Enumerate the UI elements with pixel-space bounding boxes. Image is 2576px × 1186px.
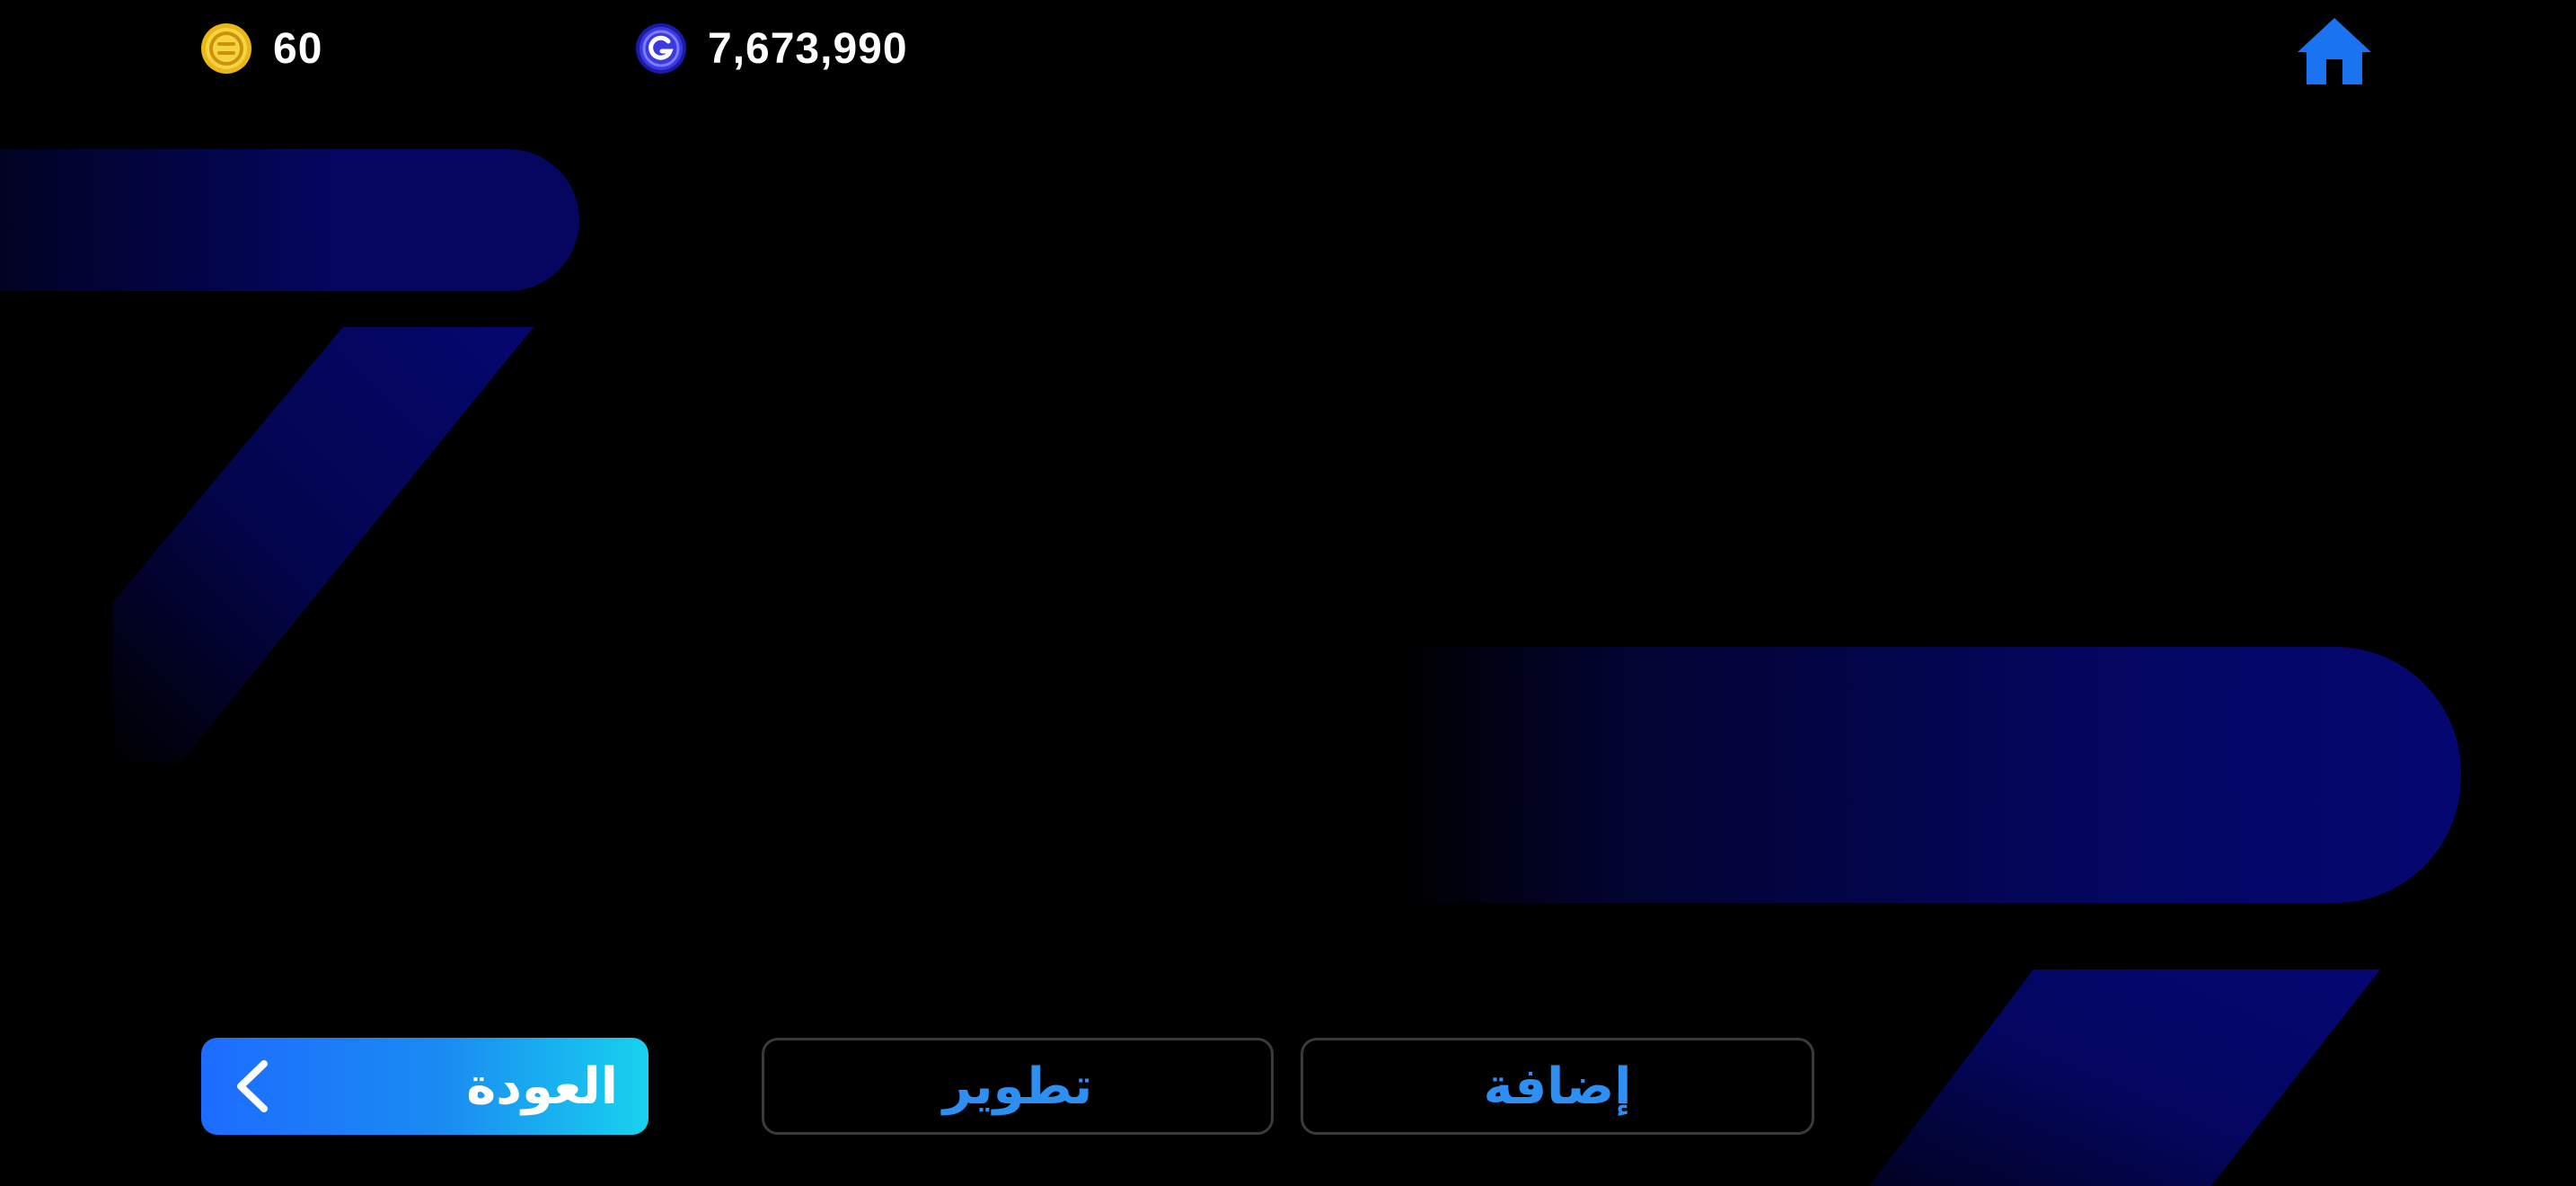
back-button-label: العودة — [466, 1057, 618, 1116]
token-counter: 7,673,990 — [634, 20, 908, 77]
g-token-icon — [636, 23, 686, 74]
home-icon — [2298, 18, 2371, 84]
background-stripe-middle — [1401, 647, 2461, 903]
coin-count: 60 — [273, 24, 323, 73]
back-button[interactable]: العودة — [201, 1038, 648, 1135]
background-slant-right — [1869, 969, 2380, 1186]
upgrade-button-label: تطوير — [942, 1057, 1093, 1116]
coin-counter: 60 — [199, 20, 322, 77]
game-screen: 60 7,673,990 العودة تطوير إضافة — [0, 0, 2576, 1186]
token-count: 7,673,990 — [708, 24, 908, 73]
chevron-left-icon — [237, 1060, 268, 1112]
background-slant-left — [113, 327, 534, 764]
home-button[interactable] — [2296, 16, 2373, 86]
upgrade-button[interactable]: تطوير — [762, 1038, 1274, 1135]
gold-coin-icon — [201, 23, 251, 74]
add-button[interactable]: إضافة — [1301, 1038, 1814, 1135]
background-stripe-top — [0, 149, 579, 291]
add-button-label: إضافة — [1483, 1057, 1632, 1116]
